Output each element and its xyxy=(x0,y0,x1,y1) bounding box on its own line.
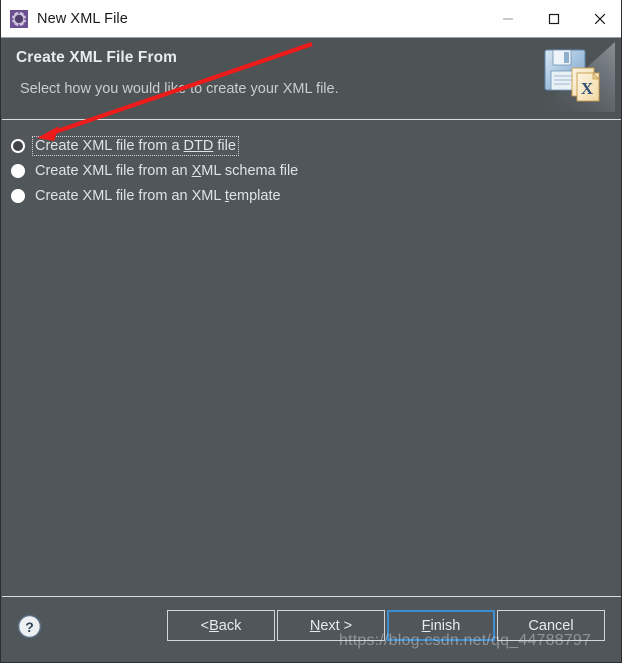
save-xml-file-icon: X xyxy=(537,42,615,112)
radio-button-indicator[interactable] xyxy=(11,139,25,153)
wizard-header: Create XML File From Select how you woul… xyxy=(2,38,621,118)
dialog-window: New XML File Create XML File From Select… xyxy=(0,0,622,663)
radio-option-xml-schema[interactable]: Create XML file from an XML schema file xyxy=(11,160,300,182)
radio-button-indicator[interactable] xyxy=(11,164,25,178)
title-bar: New XML File xyxy=(1,0,621,38)
svg-text:X: X xyxy=(581,79,594,98)
window-title: New XML File xyxy=(37,10,128,27)
svg-text:?: ? xyxy=(25,619,34,635)
back-button[interactable]: < Back xyxy=(167,610,275,641)
page-title: Create XML File From xyxy=(16,49,178,66)
close-button[interactable] xyxy=(577,0,621,37)
dialog-footer: ? < Back Next > Finish Cancel xyxy=(2,597,621,662)
radio-option-label: Create XML file from an XML template xyxy=(35,188,281,204)
header-separator xyxy=(2,119,621,120)
window-controls xyxy=(485,0,621,37)
help-question-icon[interactable]: ? xyxy=(17,614,42,639)
options-panel: Create XML file from a DTD file Create X… xyxy=(2,121,621,595)
page-subtitle: Select how you would like to create your… xyxy=(20,81,339,97)
minimize-button[interactable] xyxy=(485,0,531,37)
radio-button-indicator[interactable] xyxy=(11,189,25,203)
watermark-text: https://blog.csdn.net/qq_44788797 xyxy=(339,632,592,649)
radio-option-label: Create XML file from a DTD file xyxy=(32,136,239,156)
radio-option-label: Create XML file from an XML schema file xyxy=(35,163,299,179)
maximize-button[interactable] xyxy=(531,0,577,37)
gear-icon xyxy=(10,9,28,28)
radio-option-xml-template[interactable]: Create XML file from an XML template xyxy=(11,185,283,207)
radio-option-dtd[interactable]: Create XML file from a DTD file xyxy=(11,135,239,157)
